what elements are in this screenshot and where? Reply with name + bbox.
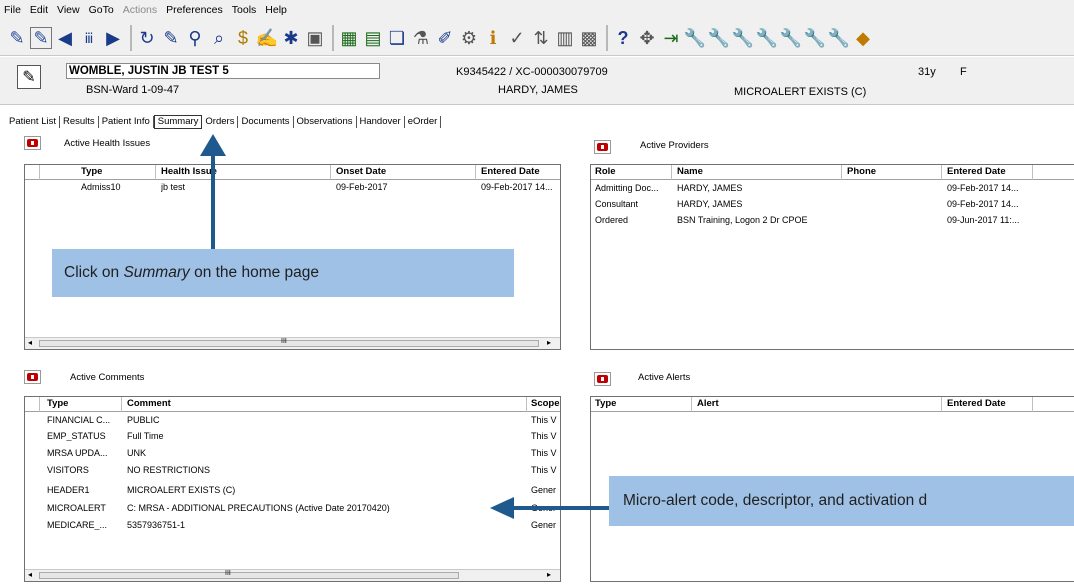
up-arrow-icon bbox=[200, 134, 226, 249]
left-arrow-icon bbox=[490, 497, 609, 519]
annotation-arrows bbox=[200, 134, 609, 519]
